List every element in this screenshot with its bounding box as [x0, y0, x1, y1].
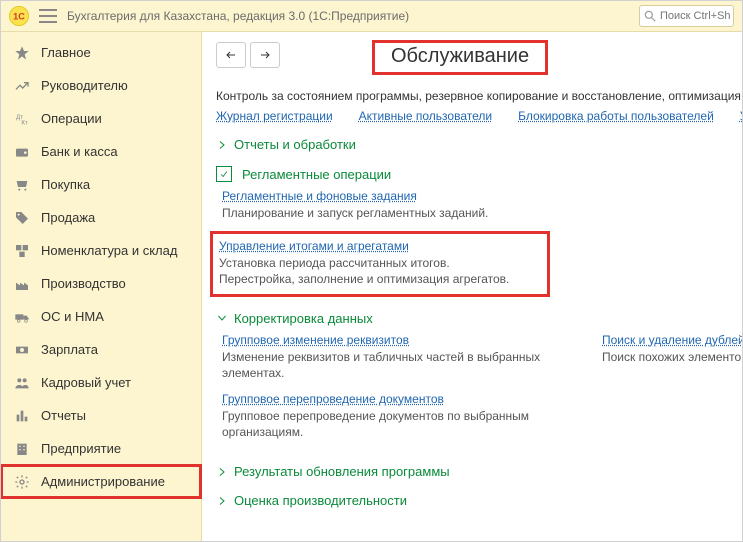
- nav-label: Администрирование: [41, 474, 165, 489]
- nav-operations[interactable]: ДтКт Операции: [1, 102, 201, 135]
- chevron-right-icon: [216, 139, 228, 151]
- section-title: Результаты обновления программы: [234, 464, 450, 479]
- nav-label: Кадровый учет: [41, 375, 131, 390]
- svg-text:Кт: Кт: [21, 120, 27, 126]
- chevron-down-icon: [216, 312, 228, 324]
- sidebar: Главное Руководителю ДтКт Операции Банк и…: [1, 32, 202, 542]
- nav-label: Покупка: [41, 177, 90, 192]
- nav-main[interactable]: Главное: [1, 36, 201, 69]
- link-bar: Журнал регистрации Активные пользователи…: [216, 109, 742, 123]
- nav-label: Зарплата: [41, 342, 98, 357]
- page-title: Обслуживание: [372, 40, 548, 75]
- nav-label: Продажа: [41, 210, 95, 225]
- link-batch-repost[interactable]: Групповое перепроведение документов: [222, 392, 444, 406]
- section-perf[interactable]: Оценка производительности: [216, 493, 742, 508]
- money-icon: [13, 341, 31, 359]
- truck-icon: [13, 308, 31, 326]
- nav-enterprise[interactable]: Предприятие: [1, 432, 201, 465]
- nav-administration[interactable]: Администрирование: [1, 465, 201, 498]
- nav-assets[interactable]: ОС и НМА: [1, 300, 201, 333]
- nav-salary[interactable]: Зарплата: [1, 333, 201, 366]
- forward-button[interactable]: [250, 42, 280, 68]
- link-find-duplicates[interactable]: Поиск и удаление дублей: [602, 333, 742, 347]
- search-box[interactable]: [639, 5, 734, 27]
- highlighted-block: Управление итогами и агрегатами Установк…: [210, 231, 550, 296]
- svg-text:1C: 1C: [13, 11, 25, 21]
- nav-label: ОС и НМА: [41, 309, 104, 324]
- link-batch-edit[interactable]: Групповое изменение реквизитов: [222, 333, 409, 347]
- section-title: Отчеты и обработки: [234, 137, 356, 152]
- section-title: Корректировка данных: [234, 311, 373, 326]
- nav-label: Банк и касса: [41, 144, 118, 159]
- nav-production[interactable]: Производство: [1, 267, 201, 300]
- desc-batch-repost: Групповое перепроведение документов по в…: [222, 408, 562, 440]
- section-title: Оценка производительности: [234, 493, 407, 508]
- section-title: Регламентные операции: [242, 167, 391, 182]
- chevron-right-icon: [216, 495, 228, 507]
- desc-batch-edit: Изменение реквизитов и табличных частей …: [222, 349, 562, 381]
- nav-label: Предприятие: [41, 441, 121, 456]
- link-delete-marked[interactable]: Удаление помече: [740, 109, 742, 123]
- tag-icon: [13, 209, 31, 227]
- desc-totals-management: Установка периода рассчитанных итогов. П…: [219, 255, 539, 287]
- nav-label: Производство: [41, 276, 126, 291]
- nav-label: Номенклатура и склад: [41, 243, 177, 258]
- nav-manager[interactable]: Руководителю: [1, 69, 201, 102]
- wallet-icon: [13, 143, 31, 161]
- cart-icon: [13, 176, 31, 194]
- chart-up-icon: [13, 77, 31, 95]
- gear-icon: [13, 473, 31, 491]
- topbar: 1C Бухгалтерия для Казахстана, редакция …: [1, 1, 742, 32]
- nav-purchase[interactable]: Покупка: [1, 168, 201, 201]
- star-icon: [13, 44, 31, 62]
- section-updates[interactable]: Результаты обновления программы: [216, 464, 742, 479]
- nav-catalog[interactable]: Номенклатура и склад: [1, 234, 201, 267]
- section-scheduled[interactable]: Регламентные операции: [216, 166, 742, 182]
- nav-reports[interactable]: Отчеты: [1, 399, 201, 432]
- nav-bank[interactable]: Банк и касса: [1, 135, 201, 168]
- nav-label: Главное: [41, 45, 91, 60]
- desc-scheduled-jobs: Планирование и запуск регламентных задан…: [222, 205, 742, 221]
- search-icon: [643, 9, 657, 23]
- boxes-icon: [13, 242, 31, 260]
- app-logo-icon: 1C: [9, 6, 29, 26]
- page-subtitle: Контроль за состоянием программы, резерв…: [216, 89, 742, 103]
- checkbox-icon[interactable]: [216, 166, 232, 182]
- nav-label: Руководителю: [41, 78, 128, 93]
- back-button[interactable]: [216, 42, 246, 68]
- chevron-right-icon: [216, 466, 228, 478]
- nav-sale[interactable]: Продажа: [1, 201, 201, 234]
- building-icon: [13, 440, 31, 458]
- desc-find-duplicates: Поиск похожих элементов по зад: [602, 349, 742, 365]
- factory-icon: [13, 275, 31, 293]
- nav-label: Отчеты: [41, 408, 86, 423]
- content-area: Обслуживание Контроль за состоянием прог…: [202, 32, 742, 542]
- nav-hr[interactable]: Кадровый учет: [1, 366, 201, 399]
- nav-label: Операции: [41, 111, 102, 126]
- link-journal[interactable]: Журнал регистрации: [216, 109, 333, 123]
- menu-icon[interactable]: [39, 9, 57, 23]
- window-title: Бухгалтерия для Казахстана, редакция 3.0…: [67, 9, 409, 23]
- section-reports[interactable]: Отчеты и обработки: [216, 137, 742, 152]
- bars-icon: [13, 407, 31, 425]
- link-block-users[interactable]: Блокировка работы пользователей: [518, 109, 714, 123]
- people-icon: [13, 374, 31, 392]
- link-totals-management[interactable]: Управление итогами и агрегатами: [219, 239, 409, 253]
- section-correction[interactable]: Корректировка данных: [216, 311, 742, 326]
- link-active-users[interactable]: Активные пользователи: [359, 109, 492, 123]
- operations-icon: ДтКт: [13, 110, 31, 128]
- link-scheduled-jobs[interactable]: Регламентные и фоновые задания: [222, 189, 417, 203]
